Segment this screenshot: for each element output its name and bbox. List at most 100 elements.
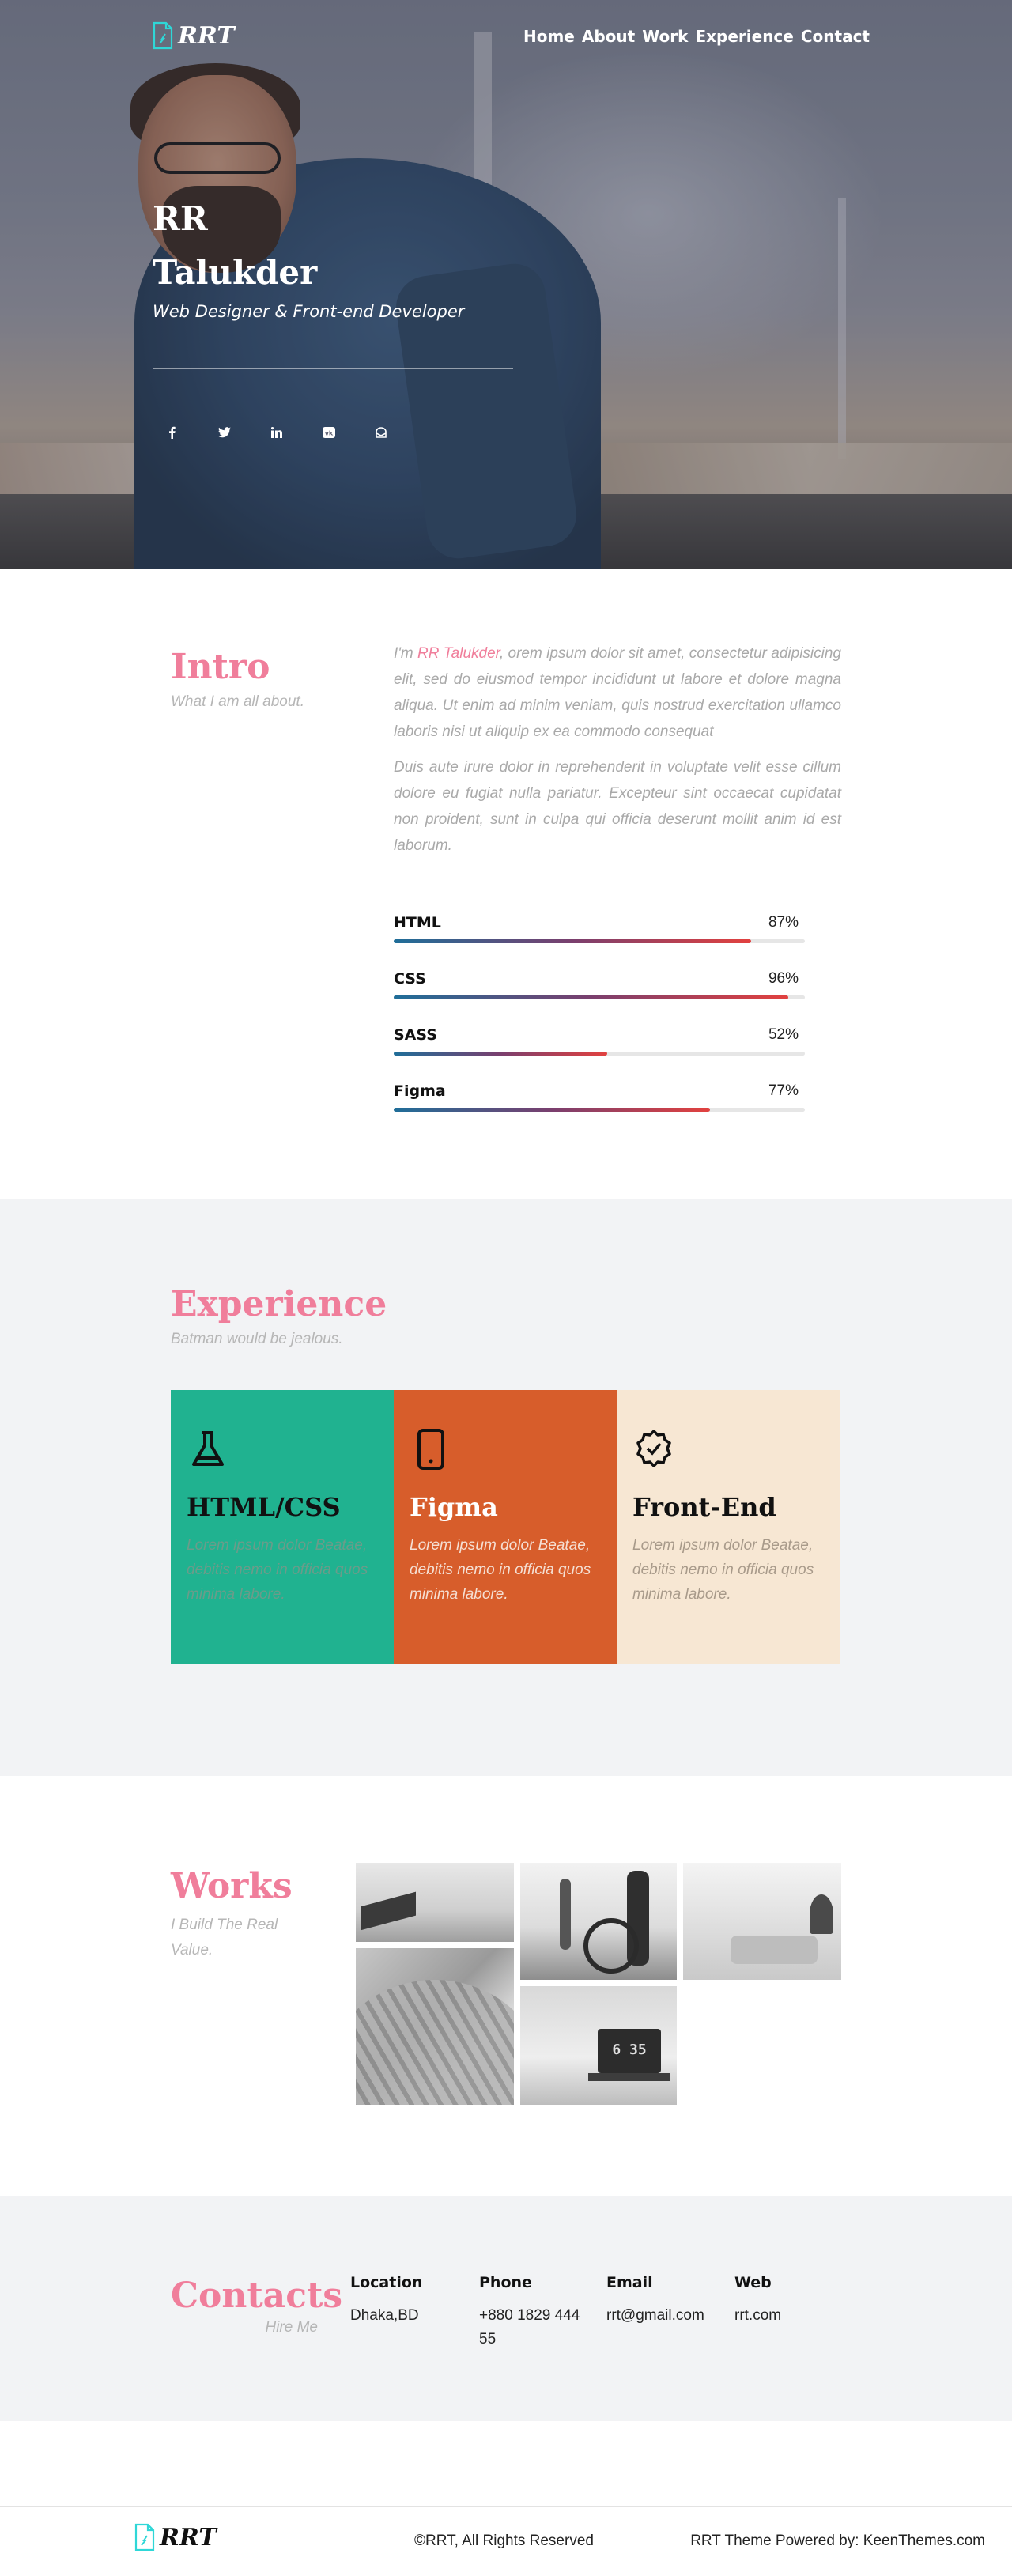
experience-section: Experience Batman would be jealous. HTML… — [0, 1199, 1012, 1776]
contacts-title: Contacts — [171, 2276, 343, 2316]
contacts-heading: Contacts Hire Me — [171, 2276, 343, 2336]
hero-divider — [153, 368, 513, 369]
main-nav: Home About Work Experience Contact — [523, 27, 870, 46]
laptop-clock-text: 6 35 — [612, 2042, 647, 2058]
works-subtitle-line: I Build The Real — [171, 1917, 278, 1933]
work-thumbnail-bicycle[interactable] — [520, 1863, 677, 1980]
social-links: vk — [162, 422, 391, 443]
skill-name: Figma — [394, 1082, 446, 1100]
works-subtitle: I Build The Real Value. — [171, 1913, 293, 1963]
hero-name-first: RR — [153, 199, 208, 238]
experience-card-title: Front-End — [632, 1492, 776, 1522]
contact-label: Email — [606, 2274, 653, 2291]
skill-bar-fill — [394, 1052, 608, 1056]
mail-icon[interactable] — [371, 422, 391, 443]
contact-email: Email rrt@gmail.com — [606, 2274, 725, 2328]
nav-work[interactable]: Work — [642, 27, 688, 46]
works-title: Works — [171, 1866, 293, 1906]
works-heading: Works I Build The Real Value. — [171, 1866, 293, 1963]
phone-line: 55 — [479, 2331, 497, 2347]
skill-css: CSS 96% — [394, 967, 805, 1023]
experience-title: Experience — [171, 1284, 387, 1324]
twitter-icon[interactable] — [214, 422, 235, 443]
linkedin-icon[interactable] — [266, 422, 287, 443]
work-thumbnail-laptop[interactable]: 6 35 — [520, 1986, 677, 2105]
contacts-subtitle: Hire Me — [265, 2319, 318, 2336]
contact-web: Web rrt.com — [734, 2274, 853, 2328]
contact-value[interactable]: rrt@gmail.com — [606, 2304, 725, 2328]
contact-label: Phone — [479, 2274, 532, 2291]
skill-percent: 87% — [768, 914, 799, 931]
skill-name: CSS — [394, 970, 426, 988]
experience-cards: HTML/CSS Lorem ipsum dolor Beatae, debit… — [171, 1390, 840, 1664]
footer: RRT ©RRT, All Rights Reserved RRT Theme … — [0, 2506, 1012, 2576]
skill-bar-fill — [394, 939, 752, 943]
experience-card-html-css: HTML/CSS Lorem ipsum dolor Beatae, debit… — [171, 1390, 394, 1664]
intro-paragraph-2: Duis aute irure dolor in reprehenderit i… — [394, 759, 841, 854]
skill-figma: Figma 77% — [394, 1079, 805, 1135]
nav-experience[interactable]: Experience — [695, 27, 793, 46]
work-thumbnail-architecture[interactable] — [356, 1863, 514, 1942]
experience-heading: Experience Batman would be jealous. — [171, 1284, 387, 1348]
skill-html: HTML 87% — [394, 911, 805, 967]
contact-value: Dhaka,BD — [350, 2307, 419, 2324]
footer-logo[interactable]: RRT — [134, 2523, 217, 2551]
work-thumbnail-laptop-screen: 6 35 — [598, 2029, 661, 2073]
experience-card-front-end: Front-End Lorem ipsum dolor Beatae, debi… — [617, 1390, 840, 1664]
intro-prefix: I'm — [394, 645, 418, 662]
nav-home[interactable]: Home — [523, 27, 575, 46]
contacts-section: Contacts Hire Me Location Dhaka,BD Phone… — [0, 2196, 1012, 2421]
hero-name: RR Talukder — [153, 192, 317, 300]
work-thumbnail-desk[interactable] — [683, 1863, 841, 1980]
nav-contact[interactable]: Contact — [801, 27, 870, 46]
experience-card-text: Lorem ipsum dolor Beatae, debitis nemo i… — [410, 1537, 591, 1603]
skills-list: HTML 87% CSS 96% SASS 52% Figma 77% — [394, 911, 805, 1135]
experience-card-title: HTML/CSS — [187, 1492, 341, 1522]
header-logo[interactable]: RRT — [153, 21, 235, 50]
contact-location: Location Dhaka,BD — [350, 2274, 469, 2328]
work-thumbnail-detail — [361, 1891, 416, 1931]
intro-heading: Intro What I am all about. — [171, 647, 304, 711]
work-thumbnail-detail — [356, 1980, 514, 2105]
work-thumbnail-detail — [560, 1879, 571, 1950]
skill-percent: 77% — [768, 1082, 799, 1099]
experience-card-figma: Figma Lorem ipsum dolor Beatae, debitis … — [394, 1390, 617, 1664]
work-thumbnail-detail — [731, 1936, 818, 1964]
skill-bar-fill — [394, 1108, 711, 1112]
experience-card-text: Lorem ipsum dolor Beatae, debitis nemo i… — [632, 1537, 814, 1603]
hero-role: Web Designer & Front-end Developer — [153, 302, 465, 321]
document-icon — [134, 2523, 155, 2551]
contact-value[interactable]: rrt.com — [734, 2304, 853, 2328]
logo-text: RRT — [160, 2523, 217, 2551]
skill-percent: 52% — [768, 1026, 799, 1043]
experience-card-text: Lorem ipsum dolor Beatae, debitis nemo i… — [187, 1537, 368, 1603]
footer-copyright: ©RRT, All Rights Reserved — [414, 2533, 594, 2549]
intro-subtitle: What I am all about. — [171, 693, 304, 710]
nav-about[interactable]: About — [582, 27, 635, 46]
intro-text: I'm RR Talukder, orem ipsum dolor sit am… — [394, 640, 841, 868]
vk-icon[interactable]: vk — [319, 422, 339, 443]
work-thumbnail-detail — [588, 2073, 670, 2081]
skill-name: HTML — [394, 914, 441, 931]
phone-line: +880 1829 444 — [479, 2307, 580, 2324]
intro-name-highlight: RR Talukder — [417, 645, 500, 662]
works-subtitle-line: Value. — [171, 1942, 213, 1958]
facebook-icon[interactable] — [162, 422, 183, 443]
hero-overlay — [0, 0, 1012, 569]
intro-title: Intro — [171, 647, 270, 687]
footer-powered-by[interactable]: RRT Theme Powered by: KeenThemes.com — [690, 2533, 985, 2550]
document-icon — [153, 21, 173, 50]
work-thumbnail-detail — [810, 1894, 833, 1934]
skill-bar-track — [394, 939, 805, 943]
page: RRT Home About Work Experience Contact R… — [0, 0, 1012, 2576]
contact-label: Web — [734, 2274, 772, 2291]
badge-check-icon — [636, 1430, 671, 1467]
work-thumbnail-dome[interactable] — [356, 1948, 514, 2105]
flask-icon — [192, 1431, 224, 1466]
skill-name: SASS — [394, 1026, 437, 1044]
contact-value[interactable]: +880 1829 444 55 — [479, 2304, 598, 2351]
experience-subtitle: Batman would be jealous. — [171, 1331, 343, 1347]
skill-bar-track — [394, 1108, 805, 1112]
contact-label: Location — [350, 2274, 423, 2291]
contact-phone: Phone +880 1829 444 55 — [479, 2274, 598, 2351]
